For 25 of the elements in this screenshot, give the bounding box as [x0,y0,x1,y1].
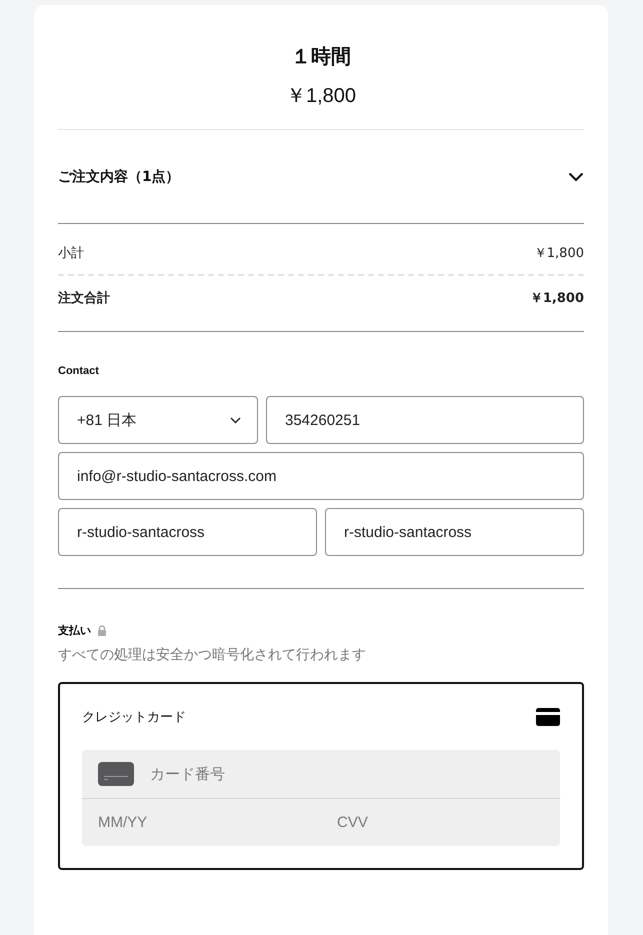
payment-method-label: クレジットカード [82,709,186,726]
country-code-select[interactable]: +81 日本 [58,396,258,444]
card-number-field[interactable]: カード番号 [82,750,560,798]
email-field[interactable]: info@r-studio-santacross.com [58,452,584,500]
expiry-field[interactable]: MM/YY [82,799,321,846]
phone-field[interactable]: 354260251 [266,396,584,444]
contact-heading: Contact [58,365,100,377]
credit-card-icon [536,708,560,726]
product-title: １時間 [290,43,352,70]
total-value: ￥1,800 [534,245,584,262]
cvv-field[interactable]: CVV [321,799,560,846]
payment-heading: 支払い [58,623,91,638]
chevron-icon [568,172,584,182]
card-icon [98,762,134,786]
chevron-icon [230,416,241,424]
payment-description: すべての処理は安全かつ暗号化されて行われます [58,646,367,664]
total-value: ￥1,800 [530,290,584,307]
first-name-field[interactable]: r-studio-santacross [58,508,317,556]
total-label: 注文合計 [58,290,110,307]
product-price: ￥1,800 [284,84,358,109]
order-summary-toggle[interactable]: ご注文内容（1点） [58,130,584,223]
total-label: 小計 [58,245,84,262]
credit-card-option[interactable]: クレジットカード カード番号 MM/YY CVV [58,682,584,870]
lock-icon [97,625,107,636]
last-name-field[interactable]: r-studio-santacross [325,508,584,556]
